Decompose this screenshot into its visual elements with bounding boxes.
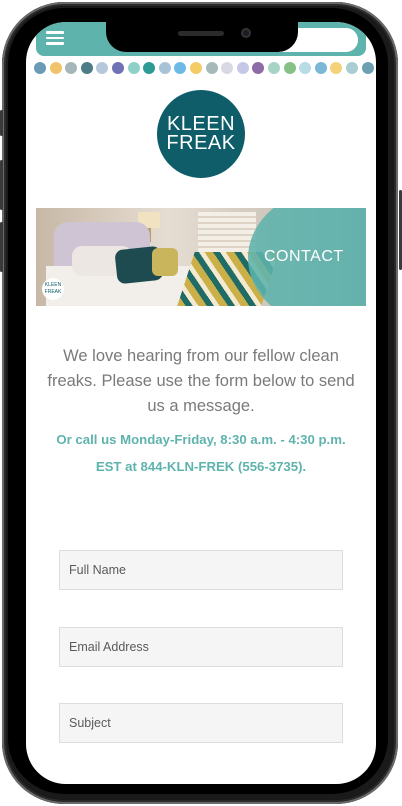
banner-title: CONTACT [264, 248, 344, 265]
decorative-dot [252, 62, 265, 74]
side-button-volume-down [0, 222, 3, 272]
decorative-dot [190, 62, 202, 74]
decorative-dot [174, 62, 187, 74]
banner-mini-logo: KLEEN FREAK [42, 278, 64, 300]
kleen-freak-logo[interactable]: KLEEN FREAK [157, 90, 245, 178]
subject-field[interactable] [59, 703, 343, 743]
phone-hours-callout: Or call us Monday-Friday, 8:30 a.m. - 4:… [56, 432, 346, 474]
contact-banner: KLEEN FREAK CONTACT [36, 208, 366, 306]
phone-screen: KLEEN FREAK KLEEN FREAK CONTACT We love … [26, 22, 376, 784]
decorative-dot [49, 62, 62, 74]
logo-text-line1: KLEEN [166, 113, 236, 135]
decorative-dot [299, 62, 312, 74]
side-button-silent [0, 110, 3, 136]
hamburger-menu-icon[interactable] [46, 31, 64, 45]
speaker-grille [178, 31, 224, 36]
intro-text: We love hearing from our fellow clean fr… [47, 347, 355, 415]
full-name-field[interactable] [59, 550, 343, 590]
decorative-dot [34, 62, 46, 74]
decorative-dot [65, 62, 78, 74]
decorative-dot [236, 62, 249, 74]
side-button-volume-up [0, 160, 3, 210]
decorative-dot [127, 62, 140, 74]
front-camera [241, 28, 251, 38]
decorative-dot [268, 62, 280, 74]
decorative-dot-row [34, 62, 374, 76]
notch [106, 22, 298, 52]
decorative-dot [143, 62, 156, 74]
banner-photo-pillow-gold [152, 248, 178, 276]
logo-text-line2: FREAK [166, 132, 236, 154]
decorative-dot [96, 62, 109, 74]
email-field[interactable] [59, 627, 343, 667]
decorative-dot [80, 62, 93, 74]
decorative-dot [361, 62, 374, 74]
decorative-dot [205, 62, 218, 74]
decorative-dot [112, 62, 124, 74]
decorative-dot [314, 62, 327, 74]
decorative-dot [221, 62, 234, 74]
decorative-dot [283, 62, 296, 74]
decorative-dot [346, 62, 358, 74]
decorative-dot [158, 62, 171, 74]
decorative-dot [330, 62, 343, 74]
